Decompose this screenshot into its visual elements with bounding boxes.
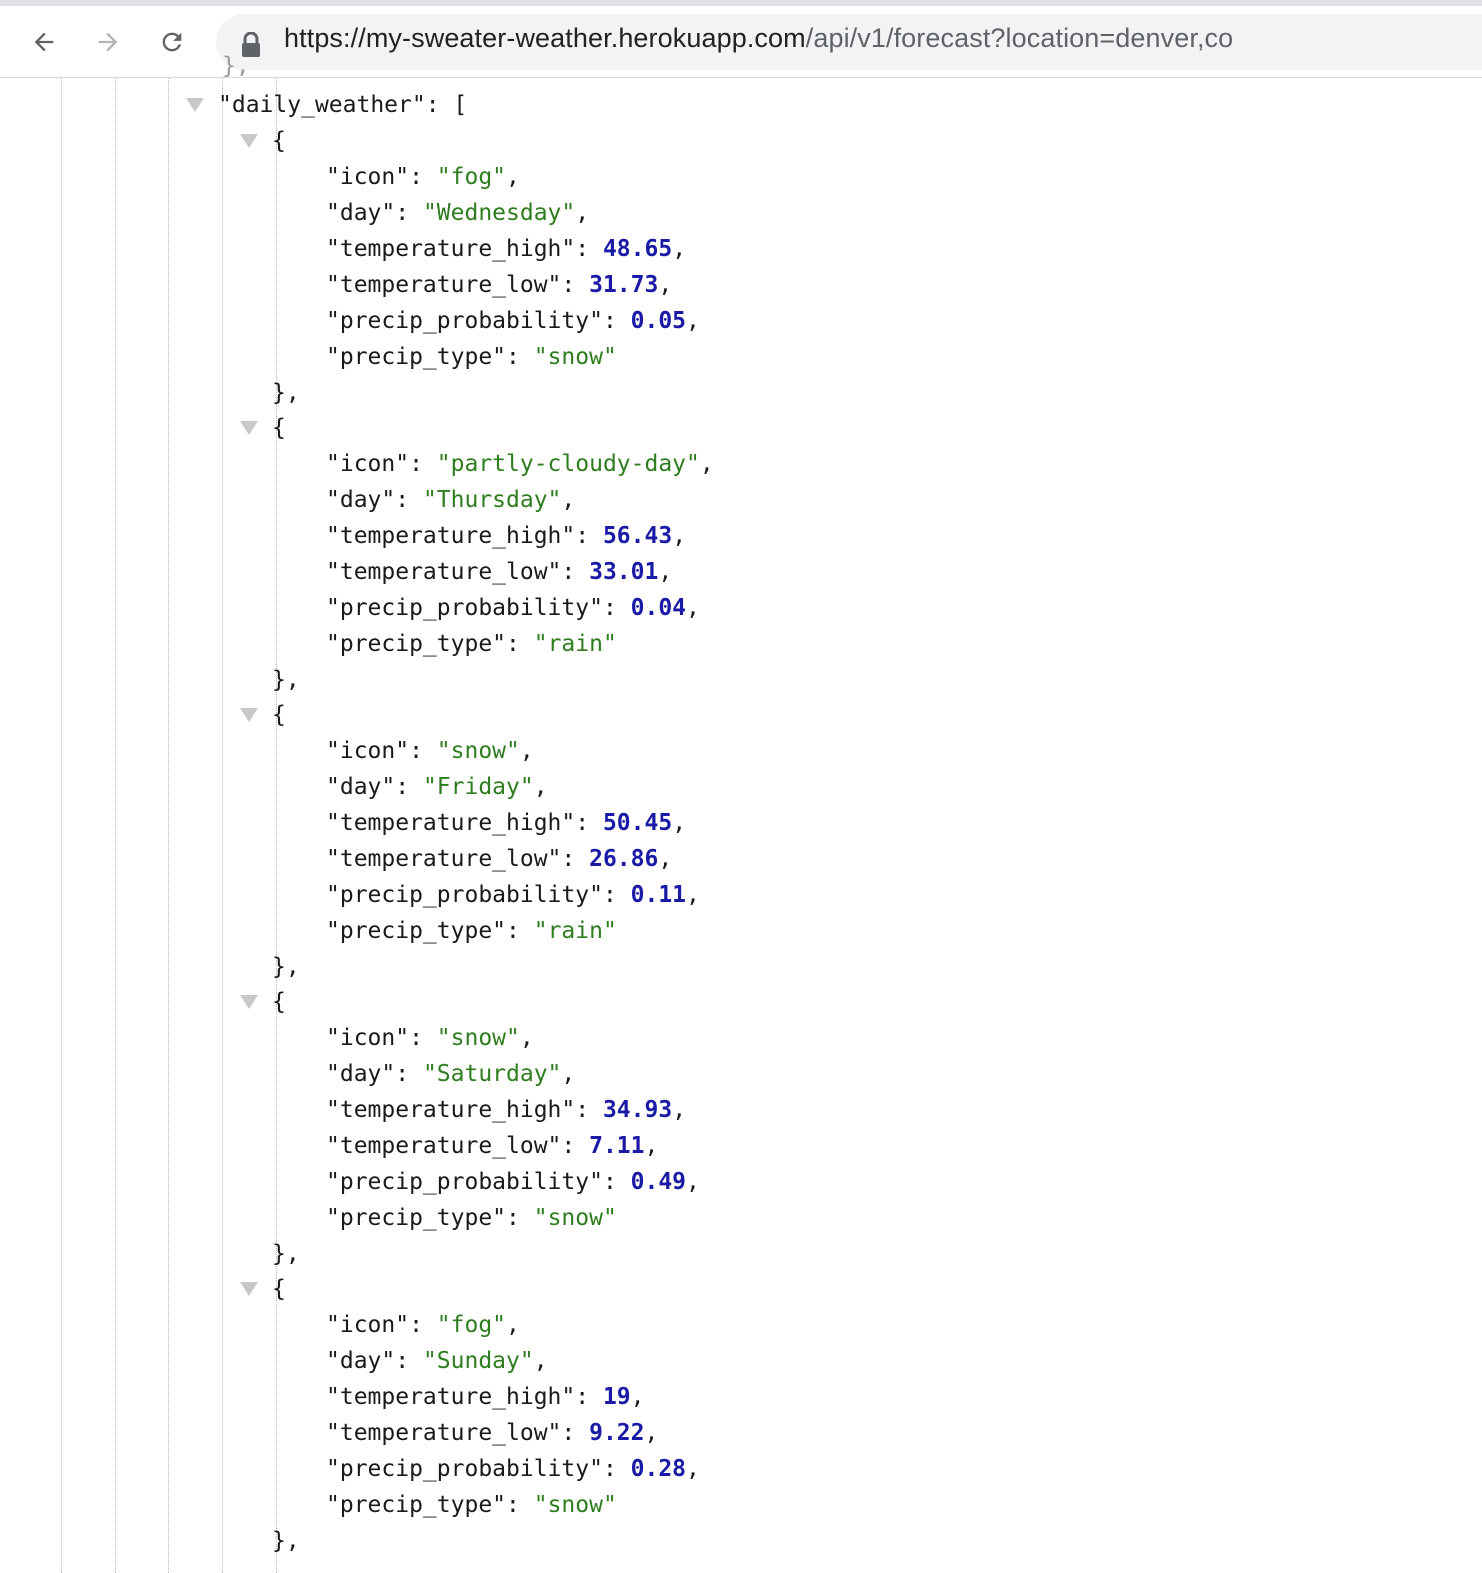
indent-guide (115, 78, 116, 1573)
indent-guide (61, 78, 62, 1573)
object-close-brace: }, (272, 380, 300, 406)
json-field-temperature-high: "temperature_high": 50.45, (326, 810, 687, 836)
back-button[interactable] (26, 24, 62, 60)
json-field-temperature-low: "temperature_low": 9.22, (326, 1420, 659, 1446)
collapse-triangle-icon[interactable] (240, 134, 258, 148)
json-field-precip-probability: "precip_probability": 0.11, (326, 882, 700, 908)
json-field-precip-type: "precip_type": "rain" (326, 631, 617, 657)
json-field-precip-probability: "precip_probability": 0.04, (326, 595, 700, 621)
object-open-brace: { (272, 989, 286, 1015)
object-close-brace: }, (272, 1241, 300, 1267)
indent-guide (276, 78, 277, 1573)
json-field-day: "day": "Saturday", (326, 1061, 576, 1087)
arrow-left-icon (34, 32, 54, 52)
url-text[interactable]: https://my-sweater-weather.herokuapp.com… (284, 23, 1233, 54)
json-field-precip-probability: "precip_probability": 0.28, (326, 1456, 700, 1482)
json-field-precip-type: "precip_type": "snow" (326, 1492, 617, 1518)
indent-guide (168, 78, 169, 1573)
collapse-triangle-icon[interactable] (240, 708, 258, 722)
json-field-temperature-high: "temperature_high": 34.93, (326, 1097, 687, 1123)
json-field-precip-type: "precip_type": "rain" (326, 918, 617, 944)
json-field-temperature-low: "temperature_low": 31.73, (326, 272, 673, 298)
object-open-brace: { (272, 128, 286, 154)
json-field-temperature-high: "temperature_high": 48.65, (326, 236, 687, 262)
json-array-key: "daily_weather": [ (218, 92, 468, 118)
object-open-brace: { (272, 415, 286, 441)
json-field-icon: "icon": "fog", (326, 1312, 520, 1338)
collapse-triangle-icon[interactable] (240, 1282, 258, 1296)
json-field-icon: "icon": "snow", (326, 738, 534, 764)
json-field-icon: "icon": "partly-cloudy-day", (326, 451, 714, 477)
reload-button[interactable] (154, 24, 190, 60)
reload-icon (162, 32, 182, 52)
json-field-temperature-high: "temperature_high": 56.43, (326, 523, 687, 549)
json-field-temperature-low: "temperature_low": 7.11, (326, 1133, 659, 1159)
object-close-brace: }, (272, 667, 300, 693)
json-field-day: "day": "Thursday", (326, 487, 576, 513)
truncated-line: }, (222, 53, 250, 79)
json-field-day: "day": "Friday", (326, 774, 548, 800)
json-field-temperature-high: "temperature_high": 19, (326, 1384, 645, 1410)
object-open-brace: { (272, 1276, 286, 1302)
json-field-day: "day": "Wednesday", (326, 200, 590, 226)
object-open-brace: { (272, 702, 286, 728)
json-field-precip-type: "precip_type": "snow" (326, 1205, 617, 1231)
collapse-triangle-icon[interactable] (240, 995, 258, 1009)
json-field-precip-probability: "precip_probability": 0.49, (326, 1169, 700, 1195)
collapse-triangle-icon[interactable] (186, 98, 204, 112)
arrow-right-icon (98, 32, 118, 52)
collapse-triangle-icon[interactable] (240, 421, 258, 435)
indent-guide (222, 78, 223, 1573)
forward-button[interactable] (90, 24, 126, 60)
json-field-icon: "icon": "fog", (326, 164, 520, 190)
json-field-temperature-low: "temperature_low": 33.01, (326, 559, 673, 585)
object-close-brace: }, (272, 1528, 300, 1554)
json-field-day: "day": "Sunday", (326, 1348, 548, 1374)
json-field-temperature-low: "temperature_low": 26.86, (326, 846, 673, 872)
json-field-icon: "icon": "snow", (326, 1025, 534, 1051)
json-field-precip-type: "precip_type": "snow" (326, 344, 617, 370)
object-close-brace: }, (272, 954, 300, 980)
json-field-precip-probability: "precip_probability": 0.05, (326, 308, 700, 334)
